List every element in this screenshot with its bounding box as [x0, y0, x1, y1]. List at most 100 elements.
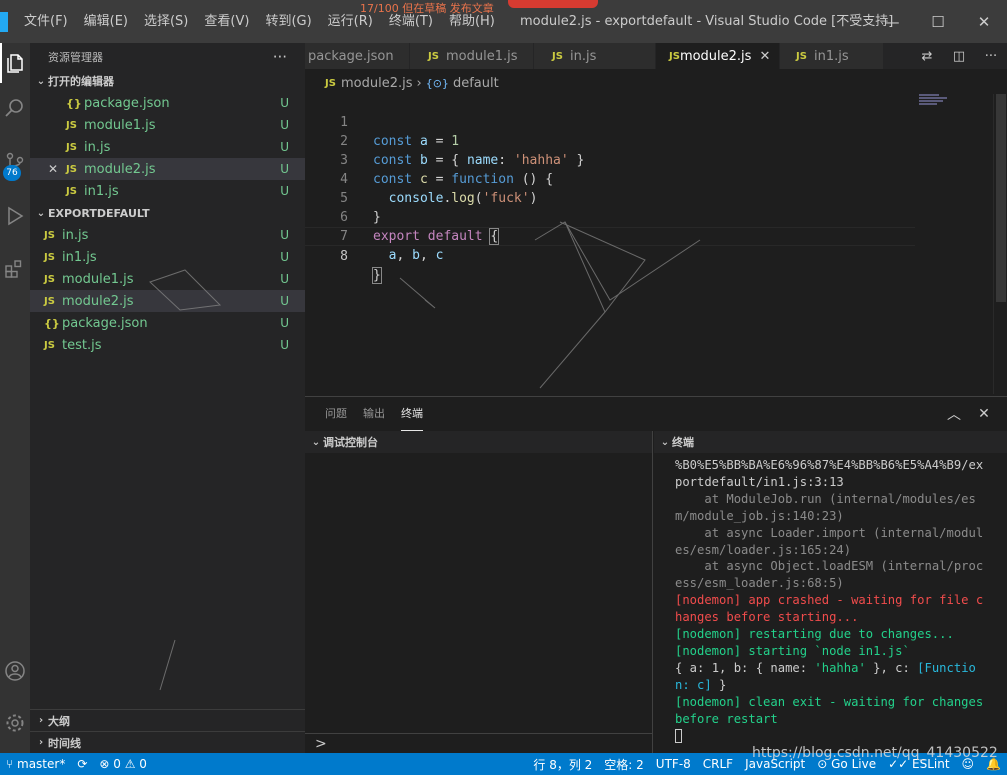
- scrollbar-thumb[interactable]: [996, 94, 1006, 302]
- chevron-right-icon: ›: [38, 737, 44, 748]
- source-control-badge: 76: [3, 165, 21, 181]
- code-line: 7 a, b, c: [305, 208, 915, 263]
- vscode-logo-icon: [0, 12, 8, 32]
- menu-file[interactable]: 文件(F): [16, 0, 76, 43]
- menu-edit[interactable]: 编辑(E): [76, 0, 136, 43]
- file-item[interactable]: {} package.json U: [30, 312, 305, 334]
- untracked-status: U: [280, 162, 289, 176]
- terminal-line: [nodemon] clean exit - waiting for chang…: [675, 694, 991, 726]
- line-ending[interactable]: CRLF: [697, 757, 739, 771]
- compare-changes-icon[interactable]: ⇄: [911, 49, 943, 64]
- tab-label: in1.js: [814, 48, 849, 64]
- js-file-icon: JS: [44, 339, 55, 351]
- explorer-title: 资源管理器: [48, 50, 103, 64]
- terminal-title: 终端: [672, 436, 694, 449]
- menu-selection[interactable]: 选择(S): [136, 0, 196, 43]
- open-editor-label: in1.js: [84, 183, 119, 199]
- maximize-panel-icon[interactable]: ︿: [939, 404, 969, 424]
- terminal-header[interactable]: ⌄ 终端: [654, 431, 1007, 453]
- untracked-status: U: [280, 338, 289, 352]
- settings-gear-icon[interactable]: [0, 703, 30, 743]
- more-actions-icon[interactable]: ···: [975, 49, 1007, 64]
- terminal-pane[interactable]: ⌄ 终端 %B0%E5%BB%BA%E6%96%87%E4%BB%B6%E5%A…: [654, 431, 1007, 753]
- account-icon[interactable]: [0, 651, 30, 691]
- terminal-line: %B0%E5%BB%BA%E6%96%87%E4%BB%B6%E5%A4%B9/…: [675, 458, 984, 489]
- close-tab-icon[interactable]: ✕: [759, 49, 770, 64]
- tab-package-json[interactable]: package.json: [305, 43, 410, 69]
- timeline-section[interactable]: › 时间线: [30, 731, 305, 753]
- js-file-icon: JS: [796, 50, 807, 62]
- minimap[interactable]: [919, 94, 989, 114]
- branch-status[interactable]: ⑂ master*: [0, 757, 71, 771]
- tab-in1[interactable]: JS in1.js: [780, 43, 884, 69]
- open-editor-item[interactable]: JS in1.js U: [30, 180, 305, 202]
- untracked-status: U: [280, 184, 289, 198]
- js-file-icon: JS: [428, 50, 439, 62]
- problems-status[interactable]: ⊗ 0 ⚠ 0: [93, 757, 153, 771]
- breadcrumb-symbol[interactable]: default: [453, 76, 499, 91]
- js-file-icon: JS: [66, 141, 77, 153]
- terminal-cursor-line: [675, 728, 986, 745]
- debug-console-header[interactable]: ⌄ 调试控制台: [305, 431, 652, 453]
- open-editor-item[interactable]: JS module1.js U: [30, 114, 305, 136]
- editor-scrollbar[interactable]: [993, 94, 1007, 394]
- close-editor-icon[interactable]: ✕: [48, 162, 62, 176]
- tab-output[interactable]: 输出: [363, 397, 385, 431]
- menu-go[interactable]: 转到(G): [257, 0, 319, 43]
- bottom-panel: 问题 输出 终端 ︿ ✕ ⌄ 调试控制台 > ⌄ 终端 %B0%E5%BB%BA…: [305, 396, 1007, 753]
- explorer-sidebar: 资源管理器 ··· ⌄ 打开的编辑器 {} package.json U JS …: [30, 43, 305, 753]
- file-label: test.js: [62, 337, 102, 353]
- open-editor-item[interactable]: JS in.js U: [30, 136, 305, 158]
- open-editor-item-active[interactable]: ✕ JS module2.js U: [30, 158, 305, 180]
- terminal-line: [nodemon] restarting due to changes...: [675, 627, 954, 642]
- open-editor-label: module1.js: [84, 117, 156, 133]
- outline-section[interactable]: › 大纲: [30, 709, 305, 731]
- maximize-button[interactable]: ☐: [915, 0, 961, 43]
- open-editor-item[interactable]: {} package.json U: [30, 92, 305, 114]
- sync-icon[interactable]: ⟳: [71, 757, 93, 771]
- title-bar: 文件(F) 编辑(E) 选择(S) 查看(V) 转到(G) 运行(R) 终端(T…: [0, 0, 1007, 43]
- breadcrumb: JS module2.js › {⊙} default: [305, 72, 499, 94]
- tab-in[interactable]: JS in.js: [534, 43, 656, 69]
- encoding[interactable]: UTF-8: [650, 757, 697, 771]
- outline-title: 大纲: [48, 714, 70, 728]
- file-item-selected[interactable]: JS module2.js U: [30, 290, 305, 312]
- tab-module1[interactable]: JS module1.js: [410, 43, 534, 69]
- code-line: 4 console.log('fuck'): [305, 151, 915, 206]
- panel-tabs: 问题 输出 终端: [305, 397, 1007, 431]
- split-editor-icon[interactable]: ◫: [943, 49, 975, 64]
- search-icon[interactable]: [0, 88, 30, 128]
- debug-console-input[interactable]: >: [305, 733, 653, 753]
- more-actions-icon[interactable]: ···: [273, 48, 305, 66]
- file-item[interactable]: JS in.js U: [30, 224, 305, 246]
- menu-view[interactable]: 查看(V): [196, 0, 257, 43]
- explorer-icon[interactable]: [0, 43, 30, 83]
- close-window-button[interactable]: ✕: [961, 0, 1007, 43]
- cursor-position[interactable]: 行 8，列 2: [527, 756, 598, 773]
- indentation[interactable]: 空格: 2: [598, 756, 650, 773]
- file-item[interactable]: JS module1.js U: [30, 268, 305, 290]
- code-line-current: 8 }: [305, 227, 915, 284]
- close-panel-icon[interactable]: ✕: [969, 406, 999, 422]
- breadcrumb-file[interactable]: module2.js: [341, 76, 413, 91]
- extensions-icon[interactable]: [0, 248, 30, 288]
- tab-problems[interactable]: 问题: [325, 397, 347, 431]
- run-debug-icon[interactable]: [0, 196, 30, 236]
- js-file-icon: JS: [66, 185, 77, 197]
- minimize-button[interactable]: —: [869, 0, 915, 43]
- folder-section[interactable]: ⌄ EXPORTDEFAULT: [30, 202, 305, 224]
- tab-terminal[interactable]: 终端: [401, 397, 423, 431]
- folder-title: EXPORTDEFAULT: [48, 206, 150, 220]
- tab-module2[interactable]: JS module2.js ✕: [656, 43, 780, 69]
- js-file-icon: JS: [552, 50, 563, 62]
- code-text: }: [372, 267, 382, 284]
- terminal-line: { a: 1, b: { name: 'hahha' }, c: [Functi…: [675, 660, 986, 694]
- chevron-right-icon: ›: [38, 715, 44, 726]
- untracked-status: U: [280, 228, 289, 242]
- code-editor[interactable]: 1 const a = 1 2 const b = { name: 'hahha…: [305, 94, 1007, 394]
- open-editors-title: 打开的编辑器: [48, 75, 114, 88]
- open-editors-section[interactable]: ⌄ 打开的编辑器: [30, 70, 305, 92]
- file-item[interactable]: JS in1.js U: [30, 246, 305, 268]
- js-file-icon: JS: [66, 119, 77, 131]
- file-item[interactable]: JS test.js U: [30, 334, 305, 356]
